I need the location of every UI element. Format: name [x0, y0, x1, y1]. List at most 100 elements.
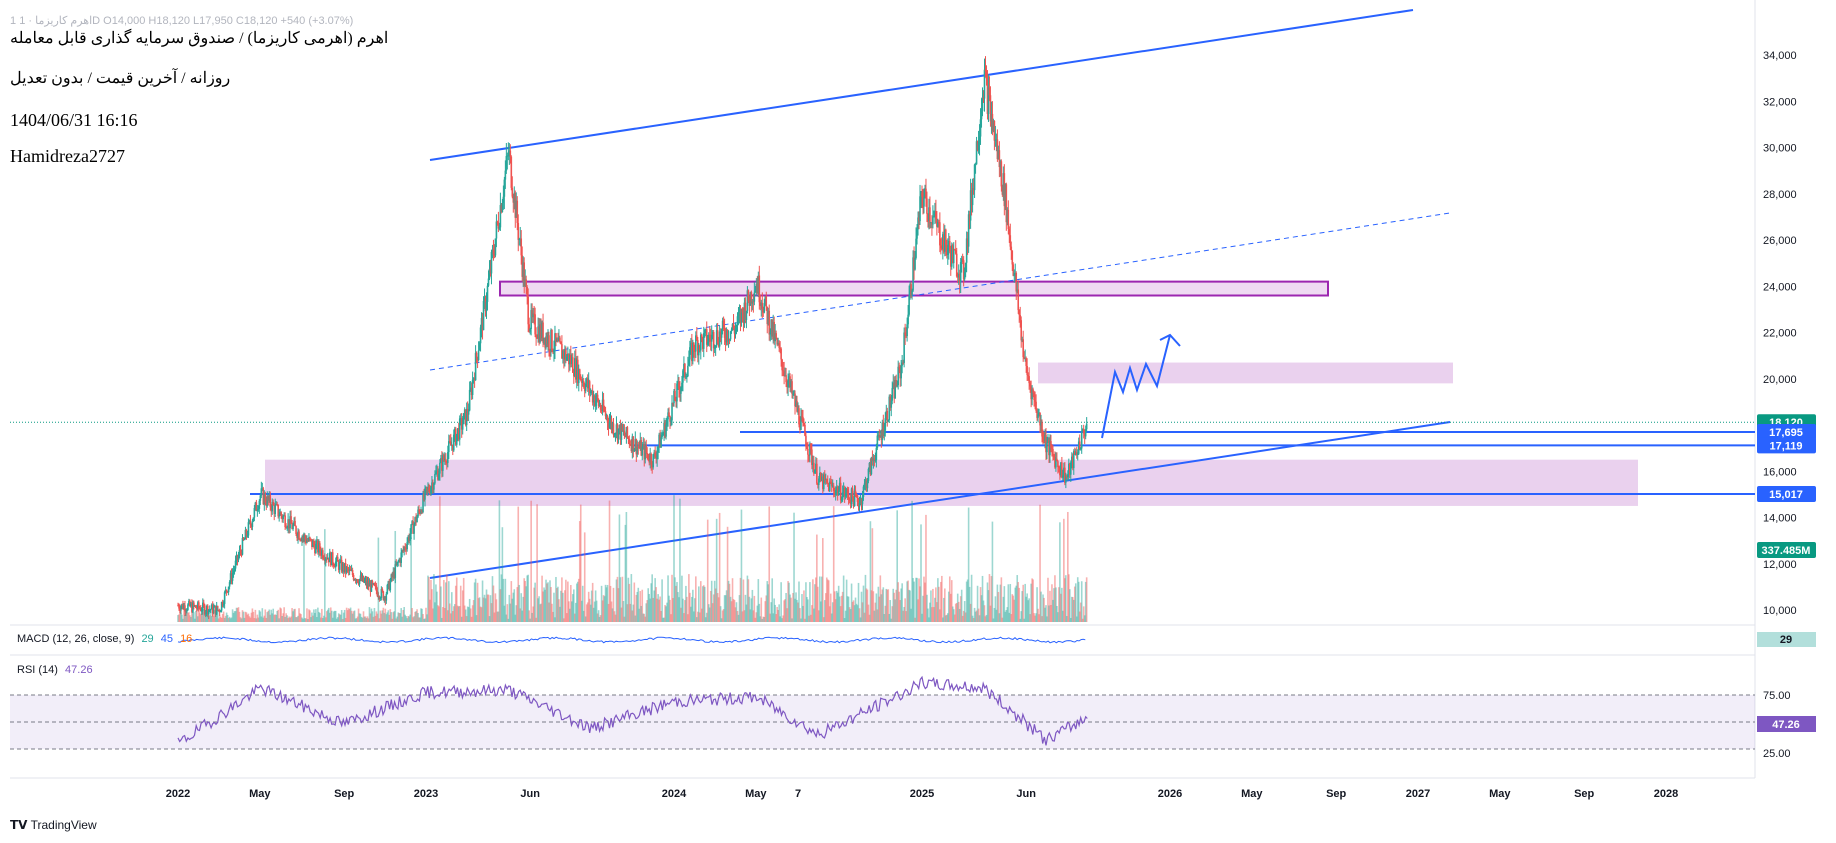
y-tick-label: 34,000 — [1763, 50, 1797, 62]
y-tick-label: 30,000 — [1763, 143, 1797, 155]
tradingview-logo[interactable]: 𝗧𝗩 TradingView — [10, 818, 97, 832]
candle-body — [439, 462, 441, 474]
macd-pane-label[interactable]: MACD (12, 26, close, 9) 29 45 16 — [17, 633, 192, 645]
x-tick-label: May — [1241, 788, 1263, 800]
y-tick-label: 20,000 — [1763, 374, 1797, 386]
x-tick-label: May — [249, 788, 271, 800]
rsi-value: 47.26 — [65, 664, 93, 676]
x-tick-label: May — [745, 788, 767, 800]
volume-bar — [695, 576, 697, 622]
volume-bar — [913, 581, 915, 622]
chart-subtitle: روزانه / آخرین قیمت / بدون تعدیل — [10, 70, 231, 87]
macd-value-signal: 16 — [180, 633, 193, 645]
candle-body — [1085, 423, 1088, 430]
tv-brand-text: TradingView — [30, 818, 97, 832]
volume-bar — [941, 575, 943, 622]
x-tick-label: Sep — [1326, 788, 1346, 800]
rsi-pane-label[interactable]: RSI (14) 47.26 — [17, 664, 93, 676]
macd-label: MACD (12, 26, close, 9) — [17, 633, 135, 645]
candle-body — [331, 552, 334, 564]
volume-bar — [920, 524, 922, 622]
level-badge: 17,119 — [1769, 440, 1802, 452]
volume-bar — [1065, 575, 1067, 622]
x-tick-label: Sep — [1574, 788, 1594, 800]
macd-value-line: 45 — [160, 633, 173, 645]
volume-bar — [740, 509, 743, 622]
candle-body — [477, 350, 480, 361]
volume-bar — [562, 592, 564, 622]
candle-body — [1052, 449, 1054, 455]
candle-body — [1080, 431, 1083, 449]
rsi-badge: 47.26 — [1772, 719, 1800, 731]
rsi-level-upper-label: 75.00 — [1763, 690, 1791, 702]
candle-body — [1010, 246, 1013, 251]
zone-upper[interactable] — [499, 280, 1329, 297]
volume-bar — [1085, 577, 1088, 622]
volume-bar — [459, 585, 462, 622]
candle-body — [1017, 289, 1020, 311]
candle-body — [410, 524, 412, 534]
volume-bar — [530, 500, 532, 622]
candle-body — [434, 474, 436, 484]
candle-body — [807, 448, 809, 455]
candle-body — [385, 593, 388, 601]
level-badge: 15,017 — [1769, 489, 1803, 501]
volume-bar — [1069, 589, 1071, 622]
rsi-level-lower-label: 25.00 — [1763, 748, 1791, 760]
candle-body — [468, 389, 471, 411]
candle-body — [687, 365, 689, 377]
candle-body — [626, 427, 629, 438]
macd-badge: 29 — [1780, 634, 1792, 646]
y-tick-label: 14,000 — [1763, 513, 1797, 525]
chart-root: 34,000 32,000 30,000 28,000 26,000 24,000 22,0… — [0, 0, 1836, 843]
volume-bar — [1022, 584, 1024, 622]
candle-body — [926, 198, 928, 214]
candle-body — [646, 453, 649, 455]
candle-body — [294, 520, 296, 527]
y-tick-label: 22,000 — [1763, 328, 1797, 340]
candle-body — [932, 216, 934, 225]
chart-canvas[interactable]: 34,000 32,000 30,000 28,000 26,000 24,000 22,0… — [0, 0, 1836, 843]
volume-bar — [377, 537, 380, 622]
candle-body — [559, 337, 561, 342]
zone-target[interactable] — [1038, 362, 1453, 384]
candle-body — [914, 257, 916, 270]
candle-body — [1046, 442, 1048, 453]
x-tick-label: Jun — [1016, 788, 1036, 800]
volume-bar — [394, 530, 397, 622]
chart-datetime: 1404/06/31 16:16 — [10, 110, 138, 130]
volume-bar — [679, 498, 681, 622]
candle-body — [775, 333, 777, 338]
x-tick-label: 2023 — [414, 788, 438, 800]
volume-bar — [703, 586, 706, 622]
volume-bar — [440, 586, 442, 622]
volume-bar — [803, 590, 805, 622]
volume-bar — [842, 575, 845, 622]
volume-bar — [1074, 583, 1077, 622]
y-tick-label: 10,000 — [1763, 605, 1797, 617]
candle-body — [223, 592, 226, 604]
candle-body — [475, 352, 478, 358]
volume-bar — [1000, 577, 1003, 622]
x-tick-label: May — [1489, 788, 1511, 800]
candle-body — [486, 285, 489, 302]
candle-body — [929, 207, 931, 223]
x-tick-label: 2022 — [166, 788, 190, 800]
macd-value-hist: 29 — [141, 633, 154, 645]
level-badge: 17,695 — [1769, 427, 1803, 439]
rsi-label: RSI (14) — [17, 664, 58, 676]
chart-author: Hamidreza2727 — [10, 146, 125, 166]
candle-body — [389, 581, 392, 591]
y-tick-label: 32,000 — [1763, 96, 1797, 108]
candle-body — [461, 424, 464, 430]
candle-body — [1007, 209, 1010, 229]
candle-body — [548, 335, 550, 350]
tv-logo-icon: 𝗧𝗩 — [10, 818, 28, 832]
y-tick-label: 28,000 — [1763, 189, 1797, 201]
volume-badge: 337.485M — [1762, 545, 1811, 557]
volume-bar — [324, 529, 326, 622]
volume-bar — [760, 597, 763, 622]
volume-bar — [790, 597, 792, 622]
y-tick-label: 16,000 — [1763, 466, 1797, 478]
candle-body — [923, 197, 925, 207]
